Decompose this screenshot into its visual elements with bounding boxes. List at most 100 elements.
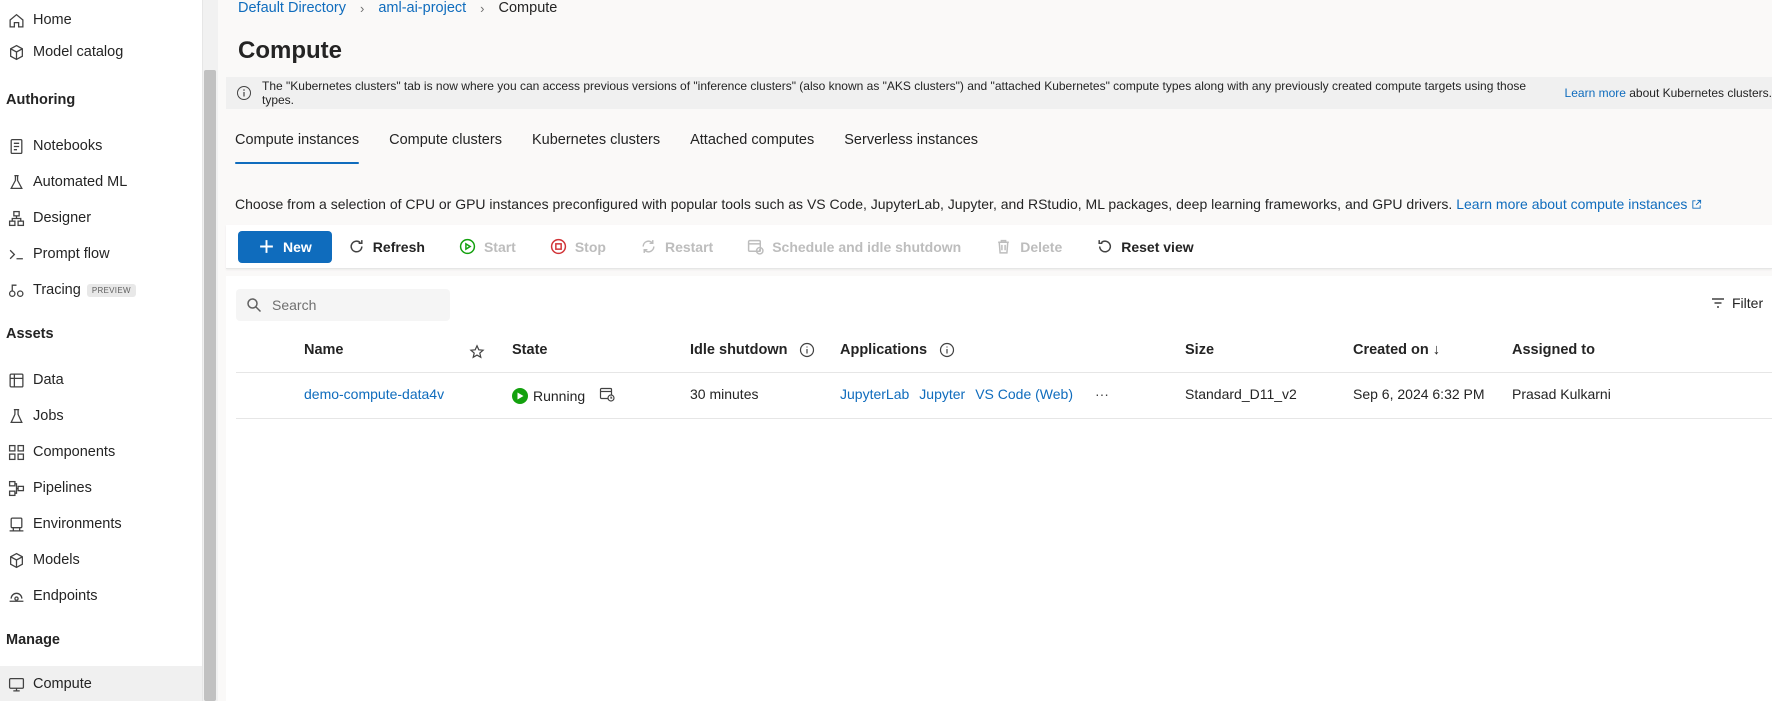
nav-label: Prompt flow	[33, 246, 110, 262]
home-icon	[6, 10, 26, 30]
row-divider	[236, 418, 1772, 419]
nav-pipelines[interactable]: Pipelines	[0, 470, 202, 506]
table-row-name[interactable]: demo-compute-data4v	[304, 386, 444, 402]
info-icon[interactable]	[939, 342, 955, 358]
compute-tabs: Compute instances Compute clusters Kuber…	[235, 128, 1008, 164]
nav-prompt-flow[interactable]: Prompt flow	[0, 236, 202, 272]
nav-home[interactable]: Home	[0, 2, 202, 38]
data-icon	[6, 370, 26, 390]
start-button-label: Start	[483, 238, 516, 255]
nav-designer[interactable]: Designer	[0, 200, 202, 236]
column-header-name[interactable]: Name	[304, 342, 344, 358]
page-description: Choose from a selection of CPU or GPU in…	[235, 196, 1702, 212]
search-input[interactable]	[272, 297, 442, 313]
info-suffix: about Kubernetes clusters.	[1629, 86, 1772, 100]
nav-environments[interactable]: Environments	[0, 506, 202, 542]
start-button[interactable]: Start	[459, 231, 516, 263]
restart-button[interactable]: Restart	[640, 231, 713, 263]
reset-view-button[interactable]: Reset view	[1096, 231, 1194, 263]
tab-attached-computes[interactable]: Attached computes	[690, 128, 814, 164]
breadcrumb-project[interactable]: aml-ai-project	[378, 0, 466, 16]
table-row-idle-shutdown: 30 minutes	[690, 386, 759, 402]
section-heading-manage: Manage	[6, 632, 60, 648]
notebook-icon	[6, 136, 26, 156]
cube-icon	[6, 42, 26, 62]
schedule-icon[interactable]	[585, 386, 615, 405]
breadcrumb: Default Directory › aml-ai-project › Com…	[238, 0, 557, 16]
app-link-jupyterlab[interactable]: JupyterLab	[840, 386, 909, 402]
column-header-assigned-to[interactable]: Assigned to	[1512, 342, 1595, 358]
nav-components[interactable]: Components	[0, 434, 202, 470]
running-status-icon	[512, 387, 528, 404]
schedule-button[interactable]: Schedule and idle shutdown	[747, 231, 961, 263]
stop-button-label: Stop	[574, 238, 606, 255]
nav-automated-ml[interactable]: Automated ML	[0, 164, 202, 200]
nav-label: Automated ML	[33, 174, 128, 190]
star-icon[interactable]	[469, 344, 485, 360]
search-icon	[247, 298, 262, 313]
learn-more-compute-link[interactable]: Learn more about compute instances	[1456, 196, 1702, 212]
restart-button-label: Restart	[664, 238, 714, 255]
tab-compute-clusters[interactable]: Compute clusters	[389, 128, 502, 164]
nav-model-catalog[interactable]: Model catalog	[0, 34, 202, 70]
command-bar: New Refresh Start Stop Restart Schedule …	[226, 225, 1772, 269]
info-icon[interactable]	[799, 342, 815, 358]
schedule-button-label: Schedule and idle shutdown	[772, 238, 962, 255]
nav-endpoints[interactable]: Endpoints	[0, 578, 202, 614]
nav-jobs[interactable]: Jobs	[0, 398, 202, 434]
compute-icon	[6, 674, 26, 694]
breadcrumb-current: Compute	[498, 0, 558, 16]
column-header-label: Assigned to	[1512, 342, 1595, 358]
column-header-label: Created on ↓	[1353, 342, 1441, 358]
nav-models[interactable]: Models	[0, 542, 202, 578]
flask-icon	[6, 172, 26, 192]
nav-label: Components	[33, 444, 116, 460]
reset-view-button-label: Reset view	[1121, 238, 1194, 255]
column-header-size[interactable]: Size	[1185, 342, 1214, 358]
nav-tracing[interactable]: Tracing PREVIEW	[0, 272, 202, 308]
learn-more-compute-label: Learn more about compute instances	[1456, 196, 1688, 212]
new-button[interactable]: New	[238, 230, 332, 263]
refresh-button-label: Refresh	[372, 238, 425, 255]
refresh-button[interactable]: Refresh	[348, 231, 425, 263]
sidebar-scrollbar-thumb[interactable]	[204, 70, 216, 701]
nav-data[interactable]: Data	[0, 362, 202, 398]
header-divider	[236, 372, 1772, 373]
column-header-created-on[interactable]: Created on ↓	[1353, 342, 1440, 358]
column-header-applications[interactable]: Applications	[840, 342, 955, 358]
more-options-icon[interactable]: ···	[1095, 386, 1109, 402]
delete-button[interactable]: Delete	[995, 231, 1062, 263]
filter-icon	[1712, 298, 1724, 308]
column-header-state[interactable]: State	[512, 342, 547, 358]
chevron-right-icon: ›	[359, 0, 365, 16]
tab-compute-instances[interactable]: Compute instances	[235, 128, 360, 164]
nav-label: Pipelines	[33, 480, 92, 496]
nav-label: Data	[33, 372, 64, 388]
nav-notebooks[interactable]: Notebooks	[0, 128, 202, 164]
tab-kubernetes-clusters[interactable]: Kubernetes clusters	[532, 128, 660, 164]
app-link-jupyter[interactable]: Jupyter	[919, 386, 965, 402]
state-text: Running	[533, 387, 586, 404]
refresh-icon	[350, 240, 363, 253]
info-learn-more-link[interactable]: Learn more	[1565, 86, 1626, 100]
column-header-label: Applications	[840, 342, 928, 358]
description-text: Choose from a selection of CPU or GPU in…	[235, 196, 1453, 212]
column-header-idle-shutdown[interactable]: Idle shutdown	[690, 342, 815, 358]
designer-icon	[6, 208, 26, 228]
breadcrumb-directory[interactable]: Default Directory	[238, 0, 346, 16]
nav-label: Tracing	[33, 282, 81, 298]
jobs-icon	[6, 406, 26, 426]
instance-name-link[interactable]: demo-compute-data4v	[304, 386, 444, 402]
stop-button[interactable]: Stop	[550, 231, 606, 263]
nav-label: Jobs	[33, 408, 64, 424]
filter-button-label: Filter	[1732, 295, 1764, 311]
tab-serverless-instances[interactable]: Serverless instances	[844, 128, 978, 164]
nav-label: Model catalog	[33, 44, 124, 60]
table-row-size: Standard_D11_v2	[1185, 386, 1297, 402]
nav-compute[interactable]: Compute	[0, 666, 202, 701]
filter-button[interactable]: Filter	[1710, 295, 1763, 311]
info-message-bar: The "Kubernetes clusters" tab is now whe…	[226, 77, 1772, 109]
search-box[interactable]	[236, 289, 450, 321]
components-icon	[6, 442, 26, 462]
app-link-vscode-web[interactable]: VS Code (Web)	[975, 386, 1073, 402]
